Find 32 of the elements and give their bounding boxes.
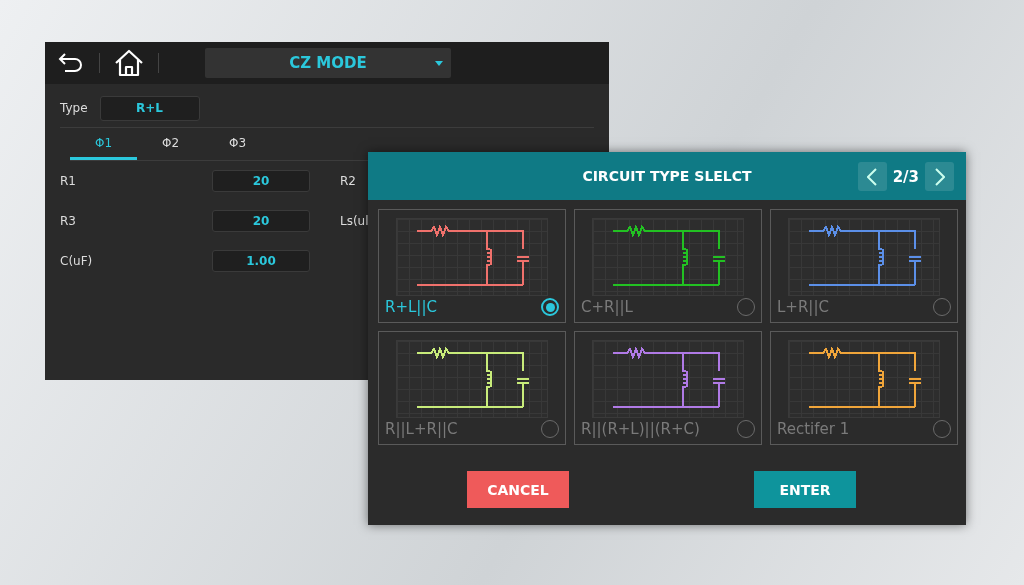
enter-button[interactable]: ENTER (754, 471, 856, 508)
back-arrow-icon[interactable] (57, 51, 85, 75)
page-indicator: 2/3 (892, 167, 919, 186)
circuit-option-label: C+R||L (581, 298, 633, 316)
circuit-option-card[interactable]: R+L||C (378, 209, 566, 323)
value-field[interactable]: 1.00 (212, 250, 310, 272)
phase-tab[interactable]: Φ1 (70, 128, 137, 160)
type-label: Type (60, 101, 88, 115)
field-label: R3 (60, 214, 77, 228)
field-label: R2 (340, 173, 357, 190)
chevron-right-icon (934, 167, 945, 186)
circuit-option-label: R||(R+L)||(R+C) (581, 420, 700, 438)
circuit-option-label: R+L||C (385, 298, 437, 316)
home-icon[interactable] (114, 49, 144, 77)
field-label: C(uF) (60, 254, 94, 268)
radio-button[interactable] (541, 298, 559, 316)
caret-icon (435, 61, 443, 66)
next-page-button[interactable] (925, 162, 954, 191)
dialog-title: CIRCUIT TYPE SLELCT (582, 168, 752, 184)
type-field[interactable]: R+L (99, 95, 200, 121)
mode-dropdown[interactable]: CZ MODE (205, 48, 451, 78)
field-label: Ls(ul (340, 213, 369, 230)
field-label: R1 (60, 174, 77, 188)
circuit-option-label: Rectifer 1 (777, 420, 850, 438)
phase-tab[interactable]: Φ3 (204, 128, 271, 160)
phase-tab[interactable]: Φ2 (137, 128, 204, 160)
previous-page-button[interactable] (857, 162, 887, 191)
chevron-left-icon (867, 167, 878, 186)
value-field[interactable]: 20 (212, 170, 310, 192)
value-field[interactable]: 20 (212, 210, 310, 232)
circuit-option-label: L+R||C (777, 298, 829, 316)
circuit-option-label: R||L+R||C (385, 420, 458, 438)
